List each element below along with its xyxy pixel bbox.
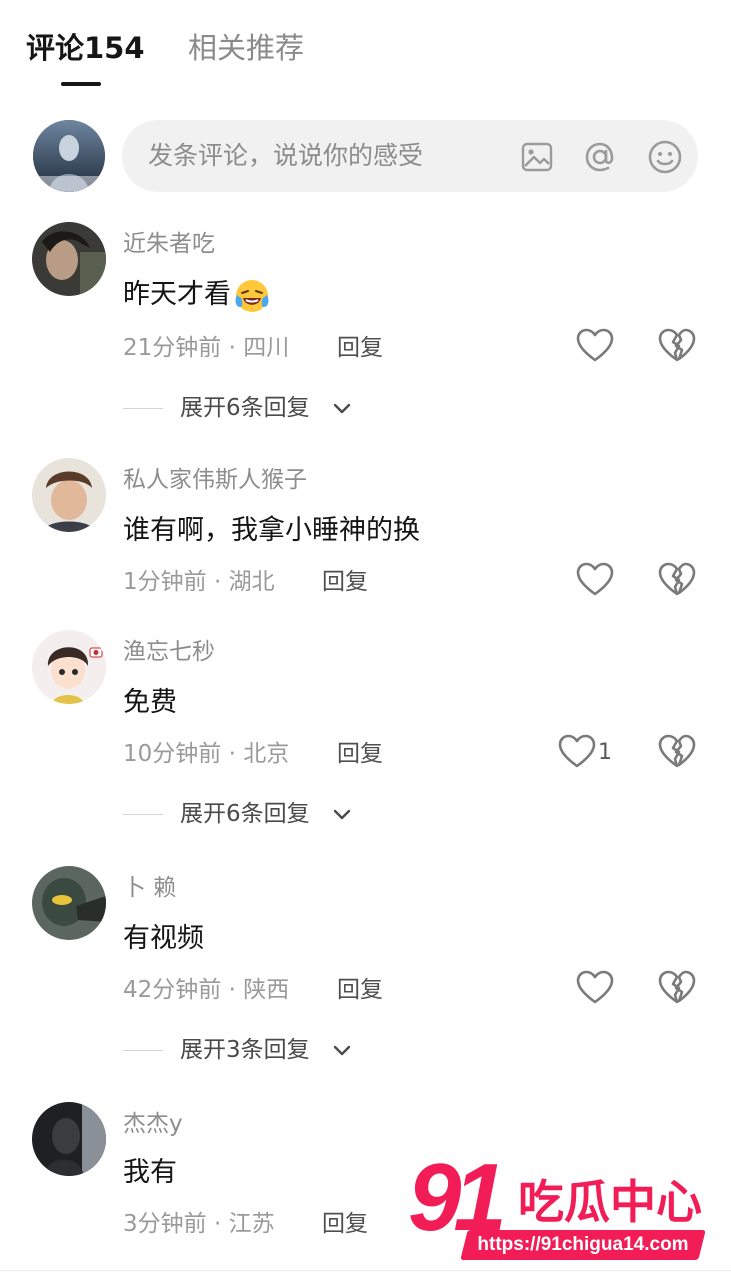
comment-content: 有视频 — [123, 923, 204, 954]
comment-location: 江苏 — [228, 1211, 275, 1237]
tab-comments[interactable]: 评论154 — [26, 28, 145, 68]
crying-laughing-emoji-icon — [233, 277, 271, 315]
expand-replies-label: 展开3条回复 — [180, 1037, 310, 1063]
dislike-icon[interactable] — [657, 732, 697, 772]
comment-location: 四川 — [243, 335, 290, 361]
avatar[interactable] — [33, 120, 105, 192]
like-icon[interactable] — [575, 968, 615, 1008]
comment-meta: 42分钟前 · 陕西 — [123, 977, 290, 1003]
like-icon[interactable] — [575, 560, 615, 600]
watermark-logo: 91 吃瓜中心 https://91chigua14.com — [408, 1148, 708, 1268]
comment-username[interactable]: 杰杰y — [123, 1108, 183, 1140]
comment-username[interactable]: 卜 赖 — [123, 872, 176, 904]
dislike-icon[interactable] — [657, 968, 697, 1008]
comment-location: 湖北 — [228, 569, 275, 595]
comment-username[interactable]: 近朱者吃 — [123, 228, 215, 260]
avatar[interactable] — [32, 1102, 106, 1176]
dislike-icon[interactable] — [657, 560, 697, 600]
expand-replies-label: 展开6条回复 — [180, 395, 310, 421]
comment-time: 10分钟前 — [123, 741, 222, 767]
bottom-divider — [0, 1270, 731, 1271]
like-icon[interactable] — [575, 326, 615, 366]
comment-time: 1分钟前 — [123, 569, 207, 595]
comment-meta: 3分钟前 · 江苏 — [123, 1211, 275, 1237]
expand-divider — [123, 1050, 163, 1051]
expand-divider — [123, 814, 163, 815]
comment-input[interactable]: 发条评论，说说你的感受 — [122, 120, 698, 192]
expand-replies-button[interactable]: 展开6条回复 — [123, 392, 363, 424]
avatar[interactable] — [32, 866, 106, 940]
comment-meta: 10分钟前 · 北京 — [123, 741, 290, 767]
avatar[interactable] — [32, 222, 106, 296]
comment-location: 北京 — [243, 741, 290, 767]
like-icon[interactable] — [557, 732, 597, 772]
comment-time: 21分钟前 — [123, 335, 222, 361]
comment-time: 42分钟前 — [123, 977, 222, 1003]
expand-replies-button[interactable]: 展开3条回复 — [123, 1034, 363, 1066]
comment-username[interactable]: 渔忘七秒 — [123, 636, 215, 668]
reply-button[interactable]: 回复 — [322, 1208, 368, 1240]
chevron-down-icon — [332, 399, 352, 419]
comment-content: 我有 — [123, 1157, 177, 1188]
comment-content: 昨天才看 — [123, 276, 271, 315]
at-icon[interactable] — [581, 138, 619, 176]
chevron-down-icon — [332, 805, 352, 825]
tab-related[interactable]: 相关推荐 — [188, 28, 304, 68]
avatar[interactable] — [32, 458, 106, 532]
like-count: 1 — [598, 740, 612, 765]
tab-bar: 评论154 相关推荐 — [0, 0, 731, 100]
watermark-url-banner: https://91chigua14.com — [460, 1230, 706, 1260]
comment-input-placeholder: 发条评论，说说你的感受 — [148, 141, 424, 170]
emoji-icon[interactable] — [646, 138, 684, 176]
comment-location: 陕西 — [243, 977, 290, 1003]
comment-text: 昨天才看 — [123, 279, 231, 310]
comment-meta: 21分钟前 · 四川 — [123, 335, 290, 361]
watermark-url: https://91chigua14.com — [477, 1234, 689, 1255]
comment-username[interactable]: 私人家伟斯人猴子 — [123, 464, 307, 496]
chevron-down-icon — [332, 1041, 352, 1061]
expand-replies-button[interactable]: 展开6条回复 — [123, 798, 363, 830]
watermark-name: 吃瓜中心 — [518, 1175, 702, 1229]
avatar[interactable] — [32, 630, 106, 704]
reply-button[interactable]: 回复 — [337, 738, 383, 770]
reply-button[interactable]: 回复 — [337, 332, 383, 364]
comment-input-row: 发条评论，说说你的感受 — [0, 118, 731, 194]
reply-button[interactable]: 回复 — [337, 974, 383, 1006]
image-icon[interactable] — [518, 138, 556, 176]
comment-content: 免费 — [123, 687, 177, 718]
comment-time: 3分钟前 — [123, 1211, 207, 1237]
expand-divider — [123, 408, 163, 409]
reply-button[interactable]: 回复 — [322, 566, 368, 598]
comment-content: 谁有啊，我拿小睡神的换 — [123, 515, 420, 546]
active-tab-indicator — [61, 82, 101, 86]
dislike-icon[interactable] — [657, 326, 697, 366]
comment-meta: 1分钟前 · 湖北 — [123, 569, 275, 595]
expand-replies-label: 展开6条回复 — [180, 801, 310, 827]
